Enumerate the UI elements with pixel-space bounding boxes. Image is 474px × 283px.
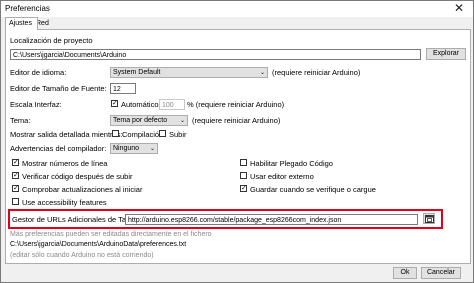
scale-auto-checkbox[interactable] [111,100,118,107]
scale-value-input[interactable]: 100 [159,99,185,110]
accessibility-checkbox[interactable] [12,198,19,205]
cancel-button[interactable]: Cancelar [421,267,461,279]
warnings-select[interactable]: Ninguno ⌄ [110,143,158,154]
check-updates-label: Comprobar actualizaciones al iniciar [22,185,143,194]
save-on-verify-checkbox[interactable] [240,185,247,192]
window-title: Preferencias [5,4,50,13]
settings-panel: Localización de proyecto C:\Users\jgarci… [5,29,471,264]
window-icon [425,215,434,223]
warnings-label: Advertencias del compilador: [10,144,107,153]
theme-label: Tema: [10,116,31,125]
close-icon[interactable]: ✕ [451,1,467,15]
dialog-footer: Ok Cancelar [1,264,473,282]
font-size-label: Editor de Tamaño de Fuente: [10,84,107,93]
theme-value: Tema por defecto [113,117,168,124]
verify-after-upload-label: Verificar código después de subir [22,172,133,181]
code-folding-checkbox[interactable] [240,159,247,166]
boards-url-edit-button[interactable] [423,213,435,224]
chevron-down-icon: ⌄ [259,70,265,76]
warnings-value: Ninguno [113,145,140,152]
verbose-label: Mostrar salida detallada mientras: [10,130,123,139]
sketchbook-label: Localización de proyecto [10,36,93,45]
scale-note: % (requiere reiniciar Arduino) [187,100,285,109]
ok-button[interactable]: Ok [393,267,417,279]
sketchbook-path-input[interactable]: C:\Users\jgarcia\Documents\Arduino [10,49,421,60]
verbose-compile-label: Compilación [122,130,164,139]
verbose-upload-label: Subir [169,130,187,139]
preferences-window: Preferencias ✕ Ajustes Red Localización … [0,0,474,283]
code-folding-label: Habilitar Plegado Código [250,159,333,168]
theme-note: (requiere reiniciar Arduino) [192,116,281,125]
verbose-upload-checkbox[interactable] [159,130,166,137]
chevron-down-icon: ⌄ [149,146,155,152]
scale-auto-label: Automático [121,100,159,109]
language-select[interactable]: System Default ⌄ [110,67,268,78]
preferences-file-path[interactable]: C:\Users\jgarcia\Documents\ArduinoData\p… [10,241,186,248]
line-numbers-checkbox[interactable] [12,159,19,166]
accessibility-label: Use accessibility features [22,198,107,207]
verify-after-upload-checkbox[interactable] [12,172,19,179]
chevron-down-icon: ⌄ [179,118,185,124]
language-value: System Default [113,69,161,76]
language-label: Editor de idioma: [10,68,67,77]
scale-label: Escala Interfaz: [10,100,62,109]
theme-select[interactable]: Tema por defecto ⌄ [110,115,188,126]
line-numbers-label: Mostrar números de línea [22,159,108,168]
check-updates-checkbox[interactable] [12,185,19,192]
title-bar: Preferencias ✕ [1,1,473,17]
tab-ajustes[interactable]: Ajustes [5,17,38,30]
verbose-compile-checkbox[interactable] [112,130,119,137]
browse-button[interactable]: Explorar [426,48,466,60]
external-editor-label: Usar editor externo [250,172,314,181]
language-note: (requiere reiniciar Arduino) [272,68,361,77]
more-prefs-note: Más preferencias pueden ser editadas dir… [10,231,212,238]
save-on-verify-label: Guardar cuando se verifique o cargue [250,185,376,194]
external-editor-checkbox[interactable] [240,172,247,179]
edit-note: (editar sólo cuando Arduino no está corr… [10,252,154,259]
font-size-input[interactable]: 12 [110,83,136,94]
boards-url-input[interactable]: http://arduino.esp8266.com/stable/packag… [125,214,418,225]
